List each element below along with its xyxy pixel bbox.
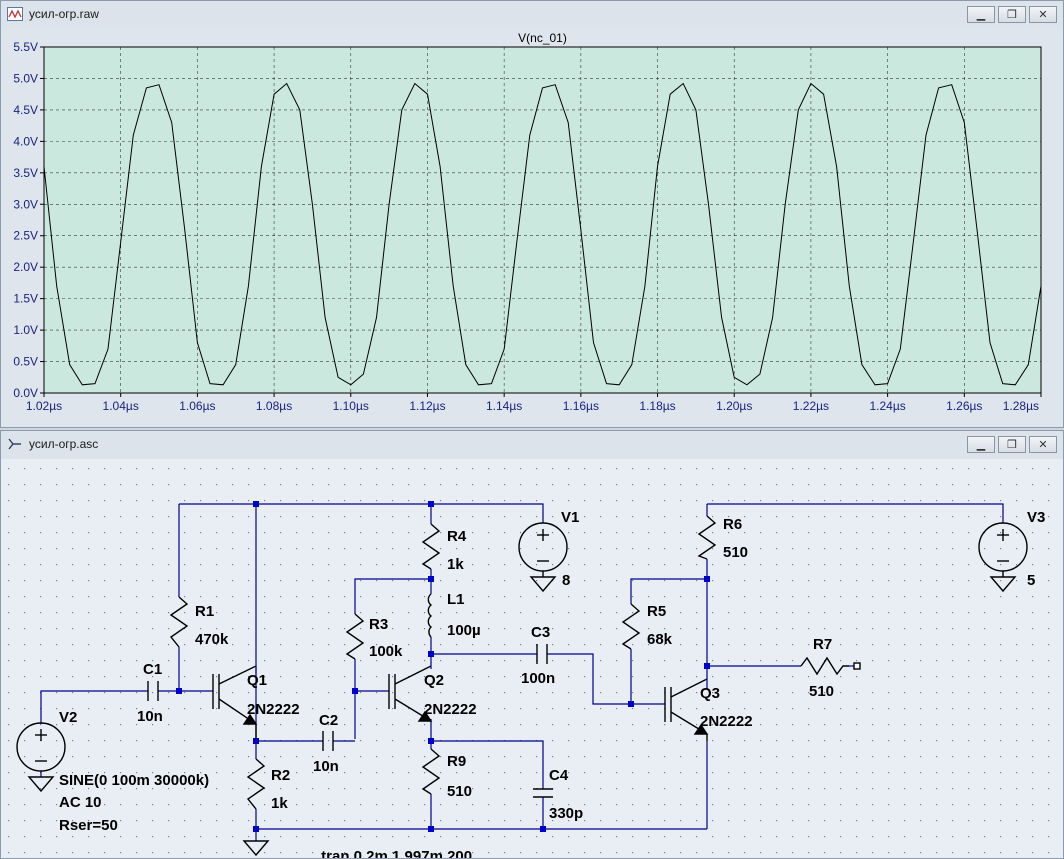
restore-icon: ❐ xyxy=(1007,8,1017,21)
minimize-button[interactable]: ▁ xyxy=(967,6,995,23)
plot-area xyxy=(43,46,1042,394)
y-tick-label: 3.5V xyxy=(13,166,38,180)
r7-name: R7 xyxy=(813,636,832,653)
y-tick-label: 4.0V xyxy=(13,134,38,148)
minimize-icon: ▁ xyxy=(976,8,986,21)
r2-value: 1k xyxy=(271,795,288,812)
c2-name: C2 xyxy=(319,712,338,729)
x-tick-label: 1.02µs xyxy=(26,399,62,413)
x-tick-label: 1.22µs xyxy=(793,399,829,413)
y-tick-label: 4.5V xyxy=(13,103,38,117)
output-terminal xyxy=(853,662,861,670)
q2-value: 2N2222 xyxy=(424,701,477,718)
x-tick-label: 1.14µs xyxy=(486,399,522,413)
y-tick-label: 5.5V xyxy=(13,40,38,54)
r4-name: R4 xyxy=(447,528,467,545)
c4-value: 330p xyxy=(549,805,583,822)
v2-value: SINE(0 100m 30000k) xyxy=(59,772,209,789)
waveform-plot[interactable]: V(nc_01) 0.0V 0.5V 1.0V 1.5V 2.0V 2.5V 3.0V 3.5V… xyxy=(1,29,1063,427)
x-tick-label: 1.20µs xyxy=(716,399,752,413)
y-tick-label: 1.0V xyxy=(13,323,38,337)
x-tick-label: 1.08µs xyxy=(256,399,292,413)
r3-value: 100k xyxy=(369,643,403,660)
x-tick-label: 1.26µs xyxy=(946,399,982,413)
x-tick-label: 1.24µs xyxy=(869,399,905,413)
x-tick-label: 1.18µs xyxy=(639,399,675,413)
r4-value: 1k xyxy=(447,556,464,573)
v2-name: V2 xyxy=(59,709,77,726)
x-tick-label: 1.16µs xyxy=(563,399,599,413)
v2-ac: AC 10 xyxy=(59,794,102,811)
c3-name: C3 xyxy=(531,624,550,641)
y-tick-label: 3.0V xyxy=(13,197,38,211)
waveform-window-title: усил-огр.raw xyxy=(29,7,99,21)
q1-value: 2N2222 xyxy=(247,701,300,718)
q3-value: 2N2222 xyxy=(700,713,753,730)
q2-name: Q2 xyxy=(424,672,444,689)
v3-name: V3 xyxy=(1027,509,1045,526)
close-icon: ✕ xyxy=(1038,8,1048,21)
close-button[interactable]: ✕ xyxy=(1029,436,1057,453)
v1-name: V1 xyxy=(561,509,579,526)
close-button[interactable]: ✕ xyxy=(1029,6,1057,23)
minimize-button[interactable]: ▁ xyxy=(967,436,995,453)
y-tick-label: 0.5V xyxy=(13,355,38,369)
restore-icon: ❐ xyxy=(1007,438,1017,451)
c1-name: C1 xyxy=(143,661,162,678)
schematic-window[interactable]: усил-огр.asc ▁ ❐ ✕ R1 470k R2 1k R3 100k… xyxy=(0,430,1064,859)
r9-name: R9 xyxy=(447,753,466,770)
minimize-icon: ▁ xyxy=(976,438,986,451)
y-tick-label: 1.5V xyxy=(13,292,38,306)
schematic-app-icon xyxy=(8,438,21,450)
v3-value: 5 xyxy=(1027,572,1035,589)
spice-directive: .tran 0 2m 1.997m 200 xyxy=(317,848,472,858)
c4-name: C4 xyxy=(549,767,569,784)
q3-name: Q3 xyxy=(700,685,720,702)
v1-value: 8 xyxy=(562,572,570,589)
r2-name: R2 xyxy=(271,767,290,784)
schematic-canvas[interactable]: R1 470k R2 1k R3 100k R4 1k R5 68k R6 51… xyxy=(1,459,1063,858)
r5-value: 68k xyxy=(647,631,673,648)
l1-value: 100µ xyxy=(447,622,481,639)
y-tick-label: 0.0V xyxy=(13,386,38,400)
r9-value: 510 xyxy=(447,783,472,800)
x-tick-label: 1.28µs xyxy=(1003,399,1039,413)
close-icon: ✕ xyxy=(1038,438,1048,451)
y-tick-label: 5.0V xyxy=(13,71,38,85)
r7-value: 510 xyxy=(809,683,834,700)
r1-name: R1 xyxy=(195,603,214,620)
x-tick-label: 1.06µs xyxy=(179,399,215,413)
waveform-app-icon xyxy=(7,7,23,21)
y-tick-label: 2.0V xyxy=(13,260,38,274)
trace-title: V(nc_01) xyxy=(518,31,567,45)
restore-button[interactable]: ❐ xyxy=(998,436,1026,453)
r6-name: R6 xyxy=(723,516,742,533)
q1-name: Q1 xyxy=(247,672,267,689)
c3-value: 100n xyxy=(521,670,555,687)
restore-button[interactable]: ❐ xyxy=(998,6,1026,23)
y-tick-label: 2.5V xyxy=(13,229,38,243)
schematic-window-title: усил-огр.asc xyxy=(29,437,99,451)
x-tick-label: 1.04µs xyxy=(103,399,139,413)
r6-value: 510 xyxy=(723,544,748,561)
waveform-titlebar[interactable]: усил-огр.raw ▁ ❐ ✕ xyxy=(1,1,1063,30)
waveform-window[interactable]: усил-огр.raw ▁ ❐ ✕ V(nc_01) 0.0V 0.5V 1.0V 1… xyxy=(0,0,1064,428)
v2-rser: Rser=50 xyxy=(59,817,118,834)
r1-value: 470k xyxy=(195,631,229,648)
c1-value: 10n xyxy=(137,708,163,725)
c2-value: 10n xyxy=(313,758,339,775)
x-tick-label: 1.10µs xyxy=(333,399,369,413)
x-tick-label: 1.12µs xyxy=(409,399,445,413)
r5-name: R5 xyxy=(647,603,666,620)
l1-name: L1 xyxy=(447,591,465,608)
r3-name: R3 xyxy=(369,616,388,633)
schematic-titlebar[interactable]: усил-огр.asc ▁ ❐ ✕ xyxy=(1,431,1063,460)
